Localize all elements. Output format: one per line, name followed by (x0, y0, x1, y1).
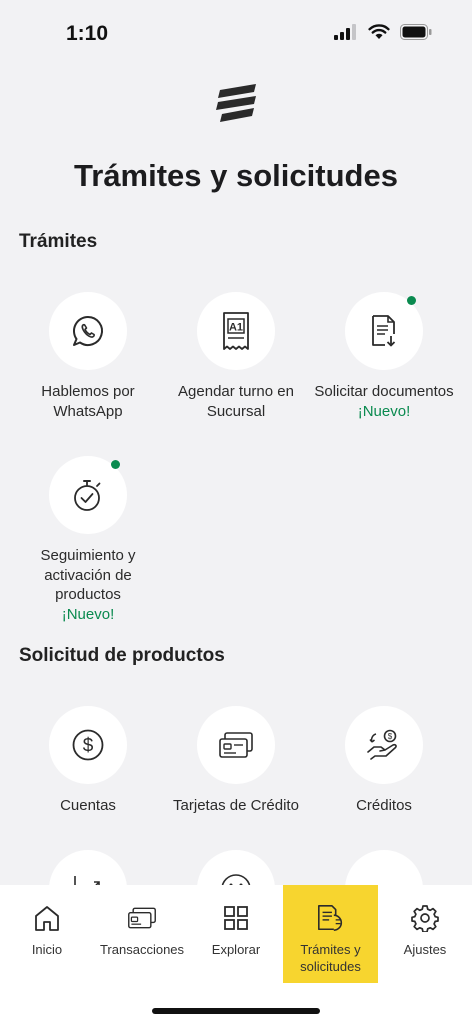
new-indicator-dot (407, 296, 416, 305)
credit-card-icon (219, 732, 253, 758)
bank-logo-icon (216, 84, 256, 122)
tile-label: Cuentas (60, 797, 116, 814)
tile-whatsapp[interactable]: Hablemos por WhatsApp (13, 292, 163, 421)
cards-icon (128, 907, 156, 929)
tab-explorar[interactable]: Explorar (204, 885, 268, 983)
tile-seguimiento-productos[interactable]: Seguimiento y activación de productos ¡N… (13, 456, 163, 624)
tab-label: Transacciones (99, 942, 185, 957)
tile-icon-circle (197, 706, 275, 784)
svg-text:$: $ (83, 736, 94, 757)
svg-text:$: $ (388, 732, 393, 741)
dollar-coin-icon: $ (72, 729, 104, 761)
ticket-icon: A1 (223, 312, 249, 350)
status-icons (334, 24, 432, 40)
tab-label: Ajustes (403, 942, 447, 957)
gear-icon (411, 905, 439, 932)
status-bar: 1:10 (0, 0, 472, 60)
tab-inicio[interactable]: Inicio (14, 885, 80, 983)
tab-label: Inicio (31, 942, 63, 957)
tile-solicitar-documentos[interactable]: Solicitar documentos ¡Nuevo! (309, 292, 459, 421)
new-indicator-dot (111, 460, 120, 469)
home-indicator (152, 1008, 320, 1014)
tile-icon-circle: $ (345, 706, 423, 784)
tile-icon-circle: $ (49, 706, 127, 784)
document-download-icon (372, 315, 396, 347)
tile-label: Tarjetas de Crédito (173, 797, 299, 814)
tab-label: Explorar (211, 942, 261, 957)
page-title: Trámites y solicitudes (74, 158, 398, 193)
new-badge: ¡Nuevo! (357, 402, 411, 420)
tile-icon-circle (345, 292, 423, 370)
wifi-icon (368, 24, 390, 39)
tab-transacciones[interactable]: Transacciones (95, 885, 189, 983)
grid-icon (224, 906, 248, 930)
tile-label: Agendar turno en Sucursal (178, 383, 294, 420)
tile-icon-circle (49, 456, 127, 534)
tile-icon-circle: A1 (197, 292, 275, 370)
documents-icon (317, 905, 342, 931)
tab-label: Trámites y solicitudes (300, 942, 361, 974)
tab-ajustes[interactable]: Ajustes (394, 885, 456, 983)
signal-icon (334, 24, 356, 40)
new-badge: ¡Nuevo! (61, 605, 115, 623)
tile-label: Créditos (356, 797, 412, 814)
tab-tramites-solicitudes[interactable]: Trámites y solicitudes (283, 885, 378, 983)
status-time: 1:10 (66, 22, 109, 45)
home-icon (35, 906, 59, 931)
hand-money-icon: $ (367, 729, 397, 760)
tile-tarjetas-credito[interactable]: Tarjetas de Crédito (161, 706, 311, 816)
stopwatch-icon (74, 480, 101, 511)
bottom-tab-bar: Inicio Transacciones Explorar Trámites y… (0, 885, 472, 1024)
battery-icon (400, 24, 432, 40)
tile-label: Seguimiento y activación de productos (40, 547, 136, 603)
tile-label: Solicitar documentos (314, 383, 454, 400)
tile-cuentas[interactable]: $ Cuentas (13, 706, 163, 816)
tile-icon-circle (49, 292, 127, 370)
tile-agendar-turno[interactable]: A1 Agendar turno en Sucursal (161, 292, 311, 421)
tile-label: Hablemos por WhatsApp (41, 383, 135, 420)
section-title-productos: Solicitud de productos (19, 645, 225, 666)
section-title-tramites: Trámites (19, 231, 98, 252)
ticket-icon-text: A1 (229, 322, 243, 334)
whatsapp-icon (73, 316, 103, 346)
tile-creditos[interactable]: $ Créditos (309, 706, 459, 816)
